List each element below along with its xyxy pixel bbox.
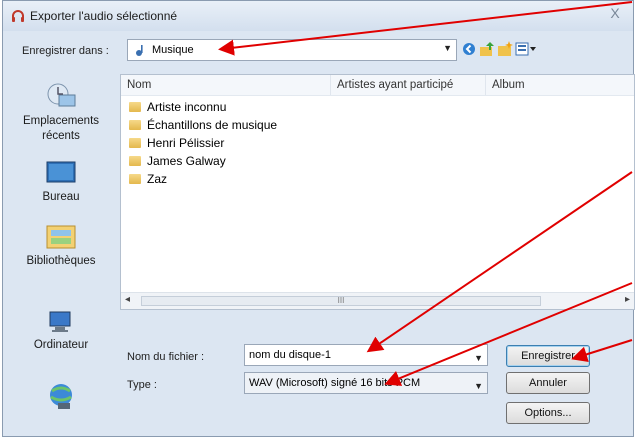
list-item[interactable]: Henri Pélissier bbox=[129, 135, 224, 152]
options-button[interactable]: Options... bbox=[506, 402, 590, 424]
place-label-recent: Emplacements récents bbox=[22, 115, 100, 142]
place-computer[interactable]: Ordinateur bbox=[7, 309, 115, 353]
list-item-label: Zaz bbox=[147, 172, 168, 186]
column-header-artists[interactable]: Artistes ayant participé bbox=[331, 75, 486, 95]
file-list[interactable]: Nom Artistes ayant participé Album Artis… bbox=[120, 74, 635, 310]
chevron-down-icon[interactable]: ▼ bbox=[474, 348, 483, 368]
place-label-computer: Ordinateur bbox=[33, 339, 89, 351]
list-item[interactable]: Artiste inconnu bbox=[129, 99, 226, 116]
libraries-icon bbox=[46, 225, 76, 249]
recent-places-icon bbox=[47, 83, 76, 107]
chevron-down-icon[interactable]: ▼ bbox=[474, 376, 483, 396]
list-item[interactable]: James Galway bbox=[129, 153, 226, 170]
list-item-label: Artiste inconnu bbox=[147, 100, 227, 114]
scrollbar-thumb[interactable]: III bbox=[141, 296, 541, 306]
folder-icon bbox=[129, 138, 141, 148]
back-icon[interactable] bbox=[461, 41, 477, 57]
filename-value: nom du disque-1 bbox=[249, 349, 331, 361]
scroll-right-icon[interactable]: ▸ bbox=[625, 294, 630, 305]
folder-icon bbox=[129, 102, 141, 112]
folder-icon bbox=[129, 120, 141, 130]
desktop-icon bbox=[46, 161, 76, 183]
filename-input[interactable]: nom du disque-1 ▼ bbox=[244, 344, 488, 366]
horizontal-scrollbar[interactable]: ◂ III ▸ bbox=[121, 292, 634, 309]
scroll-left-icon[interactable]: ◂ bbox=[125, 294, 130, 305]
filetype-value: WAV (Microsoft) signé 16 bits PCM bbox=[249, 377, 421, 389]
filename-label: Nom du fichier : bbox=[127, 351, 205, 363]
list-item[interactable]: Zaz bbox=[129, 171, 167, 188]
list-item-label: James Galway bbox=[147, 154, 226, 168]
folder-icon bbox=[129, 156, 141, 166]
chevron-down-icon: ▼ bbox=[443, 43, 452, 53]
filetype-select[interactable]: WAV (Microsoft) signé 16 bits PCM ▼ bbox=[244, 372, 488, 394]
place-label-desktop: Bureau bbox=[42, 191, 80, 203]
list-item[interactable]: Échantillons de musique bbox=[129, 117, 277, 134]
list-item-label: Échantillons de musique bbox=[147, 118, 278, 132]
list-item-label: Henri Pélissier bbox=[147, 136, 225, 150]
place-libraries[interactable]: Bibliothèques bbox=[7, 221, 115, 269]
save-button[interactable]: Enregistrer bbox=[506, 345, 590, 367]
view-menu-icon[interactable] bbox=[515, 41, 537, 57]
close-button[interactable]: X bbox=[603, 4, 627, 22]
column-header-album[interactable]: Album bbox=[486, 75, 636, 95]
places-bar: Emplacements récents Bureau Bibliothèque… bbox=[7, 73, 115, 429]
column-header-name[interactable]: Nom bbox=[121, 75, 331, 95]
computer-icon bbox=[49, 311, 71, 332]
place-desktop[interactable]: Bureau bbox=[7, 161, 115, 205]
title-bar: Exporter l'audio sélectionné X bbox=[3, 1, 633, 31]
save-in-value: Musique bbox=[152, 44, 194, 56]
network-icon bbox=[50, 384, 72, 409]
export-dialog: Exporter l'audio sélectionné X Enregistr… bbox=[2, 0, 635, 437]
save-in-label: Enregistrer dans : bbox=[22, 45, 109, 57]
place-recent[interactable]: Emplacements récents bbox=[7, 81, 115, 144]
new-folder-icon[interactable] bbox=[497, 41, 513, 57]
up-folder-icon[interactable] bbox=[479, 41, 495, 57]
folder-icon bbox=[129, 174, 141, 184]
window-title: Exporter l'audio sélectionné bbox=[30, 9, 178, 23]
cancel-button[interactable]: Annuler bbox=[506, 372, 590, 394]
place-label-libraries: Bibliothèques bbox=[26, 255, 96, 267]
headphones-icon bbox=[12, 10, 24, 22]
filetype-label: Type : bbox=[127, 379, 157, 391]
save-in-dropdown[interactable]: Musique ▼ bbox=[127, 39, 457, 61]
place-network[interactable] bbox=[7, 381, 115, 414]
music-folder-icon bbox=[136, 45, 143, 56]
